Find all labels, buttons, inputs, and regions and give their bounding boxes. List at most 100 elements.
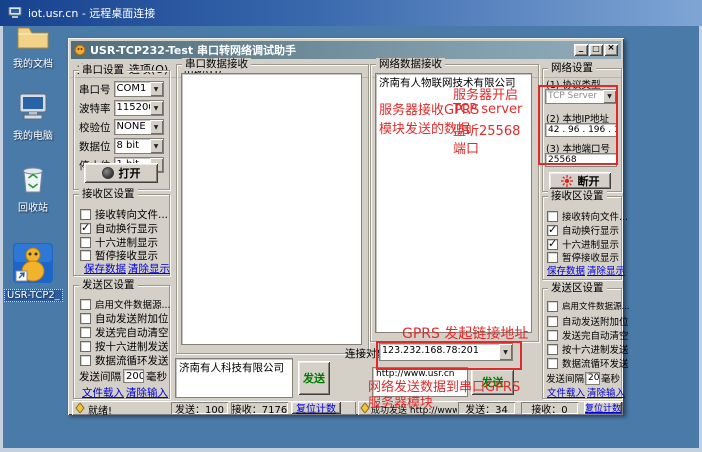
checkbox[interactable] — [547, 225, 558, 236]
chevron-down-icon[interactable] — [150, 101, 163, 115]
annotation-highlight-network-settings — [538, 85, 618, 165]
annotation-server-open-line4: 端口 — [453, 138, 479, 157]
checkbox[interactable] — [80, 327, 91, 338]
checkbox-row[interactable]: 启用文件数据源... — [547, 300, 630, 312]
checkbox-row[interactable]: 数据流循环发送 — [80, 353, 169, 368]
clear-input-link[interactable]: 清除输入 — [126, 385, 168, 400]
connected-burst-icon — [561, 175, 573, 187]
interval-label: 发送间隔 — [79, 369, 121, 384]
window-buttons — [574, 44, 618, 56]
checkbox-row[interactable]: 按十六进制发送 — [80, 339, 169, 354]
maximize-button[interactable] — [589, 44, 603, 56]
reset-count-button[interactable]: 复位计数 — [291, 401, 341, 414]
checkbox[interactable] — [80, 313, 91, 324]
annotation-gprs-link-address: GPRS 发起链接地址 — [402, 323, 528, 343]
checkbox-row[interactable]: 十六进制显示 — [547, 237, 619, 251]
checkbox[interactable] — [80, 355, 91, 366]
checkbox[interactable] — [80, 299, 91, 310]
data-bits-select[interactable]: 8 bit — [114, 138, 164, 154]
interval-input[interactable]: 2000 — [123, 369, 144, 383]
checkbox-row[interactable]: 接收转向文件... — [547, 209, 628, 223]
chevron-down-icon[interactable] — [150, 120, 163, 134]
data-bits-label: 数据位 — [79, 139, 111, 154]
load-file-link[interactable]: 文件载入 — [547, 385, 585, 399]
serial-port-select[interactable]: COM1 — [114, 81, 164, 97]
checkbox[interactable] — [547, 344, 558, 355]
checkbox-row[interactable]: 自动发送附加位 — [80, 311, 169, 326]
desktop-icon-my-documents[interactable]: 我的文档 — [4, 22, 62, 70]
checkbox-row[interactable]: 发送完自动清空 — [547, 328, 629, 342]
checkbox-row[interactable]: 启用文件数据源... — [80, 297, 171, 311]
checkbox-row[interactable]: 自动发送附加位 — [547, 314, 629, 328]
chevron-down-icon[interactable] — [150, 139, 163, 153]
checkbox[interactable] — [547, 358, 558, 369]
checkbox[interactable] — [547, 211, 558, 222]
checkbox[interactable] — [80, 209, 91, 220]
load-file-link[interactable]: 文件载入 — [82, 385, 124, 400]
send-settings-right-group: 发送区设置 启用文件数据源... 自动发送附加位 发送完自动清空 按十六进制发送… — [542, 288, 622, 399]
status-icon — [75, 403, 85, 413]
reset-count-button[interactable]: 复位计数 — [584, 401, 622, 414]
checkbox[interactable] — [547, 316, 558, 327]
annotation-server-open-line2: TCP server — [453, 102, 522, 117]
desktop-icon-my-computer[interactable]: 我的电脑 — [4, 92, 62, 142]
serial-receive-group: 串口数据接收 — [176, 64, 369, 354]
receive-settings-right-group: 接收区设置 接收转向文件... 自动换行显示 十六进制显示 暂停接收显示 保存数… — [542, 196, 622, 280]
checkbox-row[interactable]: 自动换行显示 — [547, 223, 619, 237]
checkbox[interactable] — [547, 301, 558, 312]
checkbox[interactable] — [547, 330, 558, 341]
desktop-icon-recycle-bin[interactable]: 回收站 — [4, 162, 62, 214]
closed-dot-icon — [102, 167, 114, 179]
folder-icon — [16, 22, 50, 50]
usr-app-icon — [12, 242, 54, 284]
remote-desktop-title: iot.usr.cn - 远程桌面连接 — [28, 5, 155, 21]
desktop-icon-label: 我的文档 — [11, 55, 55, 70]
group-title: 串口数据接收 — [182, 58, 251, 71]
serial-receive-textarea[interactable] — [181, 73, 362, 345]
checkbox-row[interactable]: 自动换行显示 — [80, 221, 158, 236]
clear-display-link[interactable]: 清除显示 — [587, 263, 625, 277]
interval-unit: 毫秒 — [601, 371, 620, 385]
app-title-text: USR-TCP232-Test 串口转网络调试助手 — [90, 42, 296, 58]
sent-counter: 发送：100 — [171, 402, 228, 414]
app-title-icon — [74, 44, 86, 56]
serial-send-button[interactable]: 发送 — [298, 361, 330, 395]
checkbox[interactable] — [80, 250, 91, 261]
checkbox-row[interactable]: 按十六进制发送 — [547, 342, 629, 356]
disconnect-button[interactable]: 断开 — [549, 172, 611, 189]
serial-send-input[interactable]: 济南有人科技有限公司 — [175, 358, 293, 398]
parity-label: 校验位 — [79, 120, 111, 135]
status-bar-left: 就绪! 发送：100 接收：7176 复位计数 — [72, 401, 356, 415]
checkbox-row[interactable]: 接收转向文件... — [80, 207, 168, 222]
app-titlebar[interactable]: USR-TCP232-Test 串口转网络调试助手 — [71, 41, 621, 59]
close-button[interactable] — [604, 44, 618, 56]
remote-desktop-icon — [8, 7, 22, 19]
checkbox[interactable] — [80, 237, 91, 248]
interval-unit: 毫秒 — [146, 369, 167, 384]
received-counter: 接收：7176 — [231, 402, 288, 414]
interval-input[interactable]: 2000 — [585, 372, 600, 385]
baud-rate-select[interactable]: 115200 — [114, 100, 164, 116]
minimize-button[interactable] — [574, 44, 588, 56]
desktop-icon-usr-tcp232[interactable]: USR-TCP2_ — [4, 242, 62, 302]
annotation-server-open-line1: 服务器开启 — [453, 84, 518, 103]
chevron-down-icon[interactable] — [150, 82, 163, 96]
open-serial-button[interactable]: 打开 — [84, 163, 158, 183]
checkbox[interactable] — [80, 341, 91, 352]
checkbox-row[interactable]: 暂停接收显示 — [547, 250, 619, 264]
clear-input-link[interactable]: 清除输入 — [587, 385, 625, 399]
save-data-link[interactable]: 保存数据 — [84, 261, 126, 276]
group-title: 发送区设置 — [79, 279, 138, 292]
checkbox[interactable] — [547, 252, 558, 263]
clear-display-link[interactable]: 清除显示 — [128, 261, 170, 276]
desktop-icon-label: 我的电脑 — [11, 127, 55, 142]
group-title: 网络设置 — [548, 62, 596, 75]
save-data-link[interactable]: 保存数据 — [547, 263, 585, 277]
received-counter: 接收：0 — [521, 402, 578, 414]
checkbox[interactable] — [80, 223, 91, 234]
parity-select[interactable]: NONE — [114, 119, 164, 135]
checkbox-row[interactable]: 数据流循环发送 — [547, 356, 629, 370]
checkbox[interactable] — [547, 239, 558, 250]
baud-rate-label: 波特率 — [79, 101, 111, 116]
checkbox-row[interactable]: 发送完自动清空 — [80, 325, 169, 340]
